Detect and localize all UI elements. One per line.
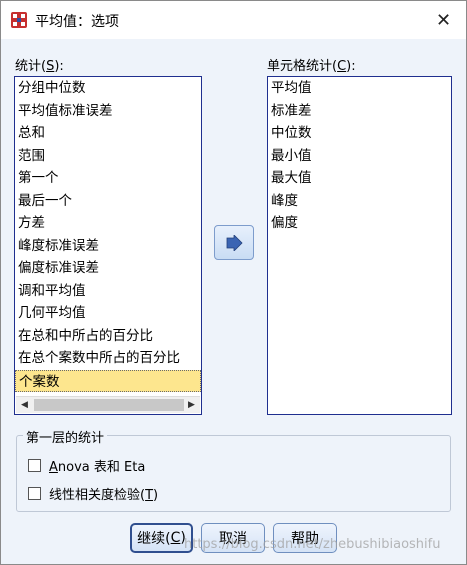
list-item[interactable]: 平均值 bbox=[268, 77, 451, 100]
cell-stats-items: 平均值 标准差 中位数 最小值 最大值 峰度 偏度 bbox=[268, 77, 451, 235]
stats-items: 分组中位数 平均值标准误差 总和 范围 第一个 最后一个 方差 峰度标准误差 偏度标准误差 调和平… bbox=[15, 77, 201, 392]
list-item[interactable]: 偏度标准误差 bbox=[15, 257, 201, 280]
help-button[interactable]: 帮助 bbox=[273, 523, 337, 553]
title-bar: 平均值：选项 ✕ bbox=[1, 1, 466, 39]
list-item[interactable]: 中位数 bbox=[268, 122, 451, 145]
scroll-thumb[interactable] bbox=[34, 399, 184, 411]
anova-label: Anova 表和 Eta bbox=[49, 460, 146, 475]
options-dialog: 平均值：选项 ✕ 统计(S): 分组中位数 平均值标准误差 总和 范围 第一个 最后一个方… bbox=[0, 0, 467, 565]
list-item[interactable]: 峰度 bbox=[268, 190, 451, 213]
list-item[interactable]: 范围 bbox=[15, 145, 201, 168]
list-item[interactable]: 几何平均值 bbox=[15, 302, 201, 325]
list-item[interactable]: 在总个案数中所占的百分比 bbox=[15, 347, 201, 370]
cell-stats-listbox[interactable]: 平均值 标准差 中位数 最小值 最大值 峰度 偏度 bbox=[267, 76, 452, 415]
list-item[interactable]: 最后一个 bbox=[15, 190, 201, 213]
list-item[interactable]: 总和 bbox=[15, 122, 201, 145]
cell-stats-label: 单元格统计(C): bbox=[267, 59, 356, 74]
arrow-right-icon bbox=[226, 234, 243, 251]
list-item[interactable]: 在总和中所占的百分比 bbox=[15, 325, 201, 348]
dialog-body: 统计(S): 分组中位数 平均值标准误差 总和 范围 第一个 最后一个 方差 峰度标准误差 偏度… bbox=[1, 39, 466, 564]
stats-label: 统计(S): bbox=[15, 59, 64, 74]
linearity-label: 线性相关度检验(T) bbox=[49, 488, 159, 503]
list-item[interactable]: 分组中位数 bbox=[15, 77, 201, 100]
spss-app-icon bbox=[10, 11, 28, 29]
list-item[interactable]: 个案数 bbox=[15, 369, 201, 392]
first-layer-legend: 第一层的统计 bbox=[23, 427, 108, 446]
close-button[interactable]: ✕ bbox=[421, 1, 466, 39]
list-item[interactable]: 最小值 bbox=[268, 145, 451, 168]
linearity-checkbox[interactable] bbox=[28, 487, 41, 500]
move-to-cell-stats-button[interactable] bbox=[214, 225, 254, 260]
cancel-button[interactable]: 取消 bbox=[201, 523, 265, 553]
first-layer-group: 第一层的统计 Anova 表和 Eta 线性相关度检验(T) bbox=[16, 427, 451, 512]
list-item[interactable]: 第一个 bbox=[15, 167, 201, 190]
linearity-checkbox-row[interactable]: 线性相关度检验(T) bbox=[28, 484, 158, 503]
list-item[interactable]: 调和平均值 bbox=[15, 280, 201, 303]
list-item[interactable]: 最大值 bbox=[268, 167, 451, 190]
scroll-right-icon[interactable]: ▶ bbox=[183, 397, 200, 413]
close-icon: ✕ bbox=[435, 9, 452, 31]
list-item[interactable]: 峰度标准误差 bbox=[15, 235, 201, 258]
continue-button[interactable]: 继续(C) bbox=[130, 523, 193, 553]
scroll-left-icon[interactable]: ◀ bbox=[16, 397, 33, 413]
list-item[interactable]: 标准差 bbox=[268, 100, 451, 123]
list-item[interactable]: 方差 bbox=[15, 212, 201, 235]
stats-listbox[interactable]: 分组中位数 平均值标准误差 总和 范围 第一个 最后一个 方差 峰度标准误差 偏度标准误差 调和平… bbox=[14, 76, 202, 415]
anova-checkbox-row[interactable]: Anova 表和 Eta bbox=[28, 456, 145, 475]
anova-checkbox[interactable] bbox=[28, 459, 41, 472]
list-item[interactable]: 偏度 bbox=[268, 212, 451, 235]
list-item[interactable]: 平均值标准误差 bbox=[15, 100, 201, 123]
horizontal-scrollbar[interactable]: ◀ ▶ bbox=[16, 396, 200, 413]
window-title: 平均值：选项 bbox=[35, 14, 119, 30]
